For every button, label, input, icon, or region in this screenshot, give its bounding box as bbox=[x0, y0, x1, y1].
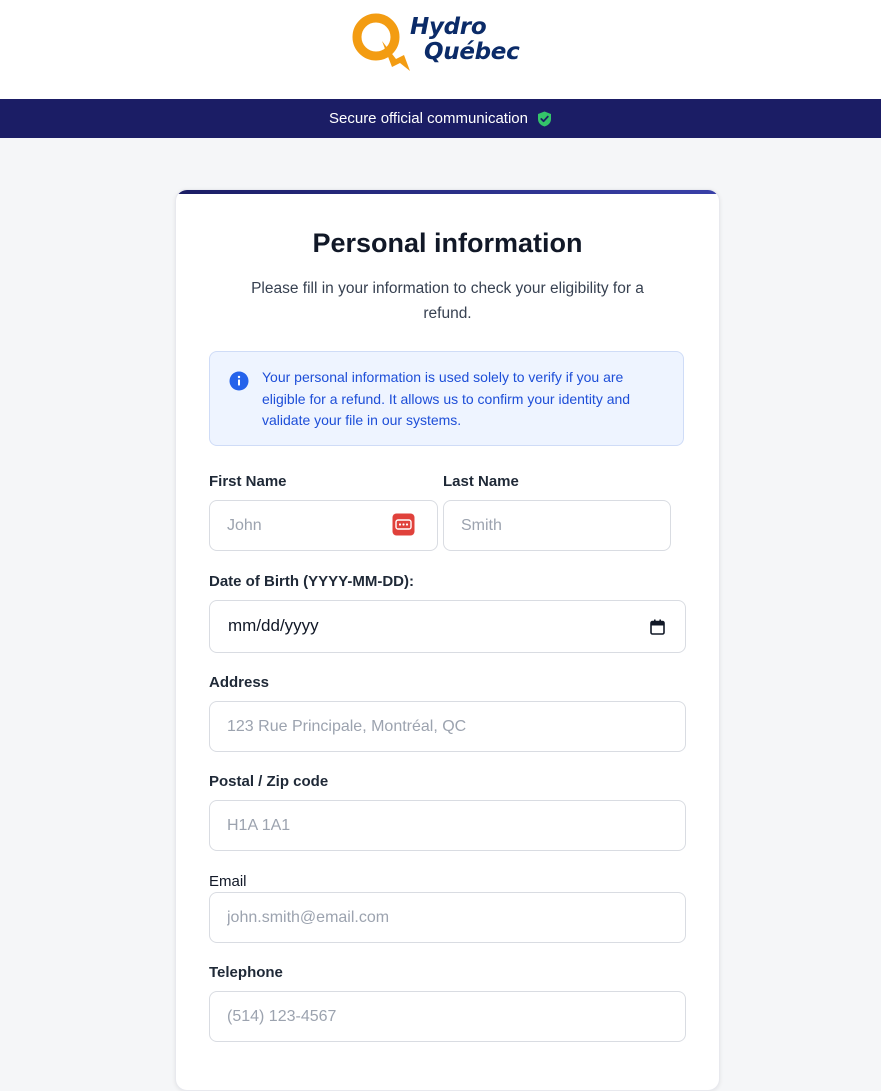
postal-input[interactable] bbox=[209, 800, 686, 851]
logo-wordmark: Hydro Québec bbox=[410, 14, 520, 65]
telephone-label: Telephone bbox=[209, 964, 283, 981]
dob-display: mm/dd/yyyy bbox=[228, 616, 319, 635]
shield-check-icon bbox=[537, 111, 552, 127]
password-manager-icon[interactable] bbox=[392, 513, 415, 536]
security-banner: Secure official communication bbox=[0, 99, 881, 138]
logo-line-1: Hydro bbox=[410, 14, 487, 40]
address-label: Address bbox=[209, 674, 270, 691]
page-subtitle: Please fill in your information to check… bbox=[251, 280, 644, 322]
address-input[interactable] bbox=[209, 701, 686, 752]
info-notice: Your personal information is used solely… bbox=[209, 351, 684, 446]
postal-label: Postal / Zip code bbox=[209, 773, 329, 790]
banner-text: Secure official communication bbox=[329, 110, 528, 127]
last-name-label: Last Name bbox=[443, 473, 519, 490]
calendar-icon[interactable] bbox=[650, 619, 665, 635]
hydro-quebec-logo[interactable]: Hydro Québec bbox=[352, 11, 542, 75]
telephone-input[interactable] bbox=[209, 991, 686, 1042]
email-input[interactable] bbox=[209, 892, 686, 943]
card-accent-bar bbox=[176, 190, 719, 194]
first-name-label: First Name bbox=[209, 473, 287, 490]
dob-input[interactable]: mm/dd/yyyy bbox=[209, 600, 686, 653]
logo-line-2: Québec bbox=[424, 39, 520, 65]
info-text: Your personal information is used solely… bbox=[262, 369, 631, 428]
site-header: Hydro Québec bbox=[0, 0, 881, 99]
info-icon bbox=[229, 371, 249, 391]
personal-info-card: Personal information Please fill in your… bbox=[175, 189, 720, 1091]
page-title: Personal information bbox=[312, 228, 583, 258]
dob-label: Date of Birth (YYYY-MM-DD): bbox=[209, 573, 414, 590]
email-label: Email bbox=[209, 873, 247, 890]
last-name-input[interactable] bbox=[443, 500, 671, 551]
